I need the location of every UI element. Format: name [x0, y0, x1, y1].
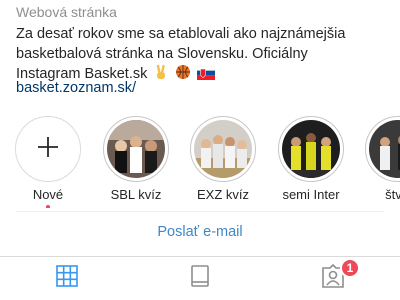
- divider: [16, 211, 384, 212]
- notification-badge: 1: [340, 258, 360, 278]
- victory-hand-icon: [153, 64, 169, 86]
- plus-icon: [36, 135, 60, 164]
- highlight-cover-image: [107, 120, 165, 178]
- highlight-cover-image: [282, 120, 340, 178]
- bio-line: basketbalová stránka na Slovensku. Ofici…: [16, 46, 308, 62]
- slovakia-flag-icon: [197, 65, 216, 86]
- highlight-label: štvrť: [385, 187, 400, 202]
- highlight-ring: [190, 116, 256, 182]
- profile-bio: Za desať rokov sme sa etablovali ako naj…: [16, 24, 388, 86]
- highlight-label: EXZ kvíz: [196, 187, 249, 202]
- highlight-stvrt[interactable]: štvrť: [358, 112, 400, 202]
- highlight-label: SBL kvíz: [110, 187, 162, 202]
- highlight-ring: [278, 116, 344, 182]
- basketball-icon: [175, 64, 191, 86]
- highlight-exz-kviz[interactable]: EXZ kvíz: [183, 112, 263, 202]
- profile-tab-bar: 1: [0, 257, 400, 300]
- highlight-label: Nové: [32, 187, 64, 202]
- highlight-label: semi Inter: [282, 187, 340, 202]
- new-indicator-dot: [46, 205, 50, 208]
- highlight-sbl-kviz[interactable]: SBL kvíz: [96, 112, 176, 202]
- profile-category: Webová stránka: [16, 4, 117, 20]
- highlight-new-ring: [15, 116, 81, 182]
- tab-tagged[interactable]: 1: [266, 257, 399, 300]
- tab-igtv[interactable]: [133, 257, 266, 300]
- highlight-cover-image: [369, 120, 400, 178]
- tv-icon: [188, 264, 212, 293]
- grid-icon: [55, 264, 79, 293]
- profile-website-link[interactable]: basket.zoznam.sk/: [16, 80, 136, 96]
- highlight-semi-inter[interactable]: semi Inter: [271, 112, 351, 202]
- story-highlights: Nové SBL kvíz EXZ kvíz semi Inter štv: [0, 112, 400, 208]
- highlight-ring: [365, 116, 400, 182]
- bio-line: Za desať rokov sme sa etablovali ako naj…: [16, 26, 346, 42]
- highlight-cover-image: [194, 120, 252, 178]
- tab-grid[interactable]: [0, 257, 133, 300]
- send-email-button[interactable]: Poslať e-mail: [0, 224, 400, 240]
- highlight-new[interactable]: Nové: [8, 112, 88, 208]
- highlight-ring: [103, 116, 169, 182]
